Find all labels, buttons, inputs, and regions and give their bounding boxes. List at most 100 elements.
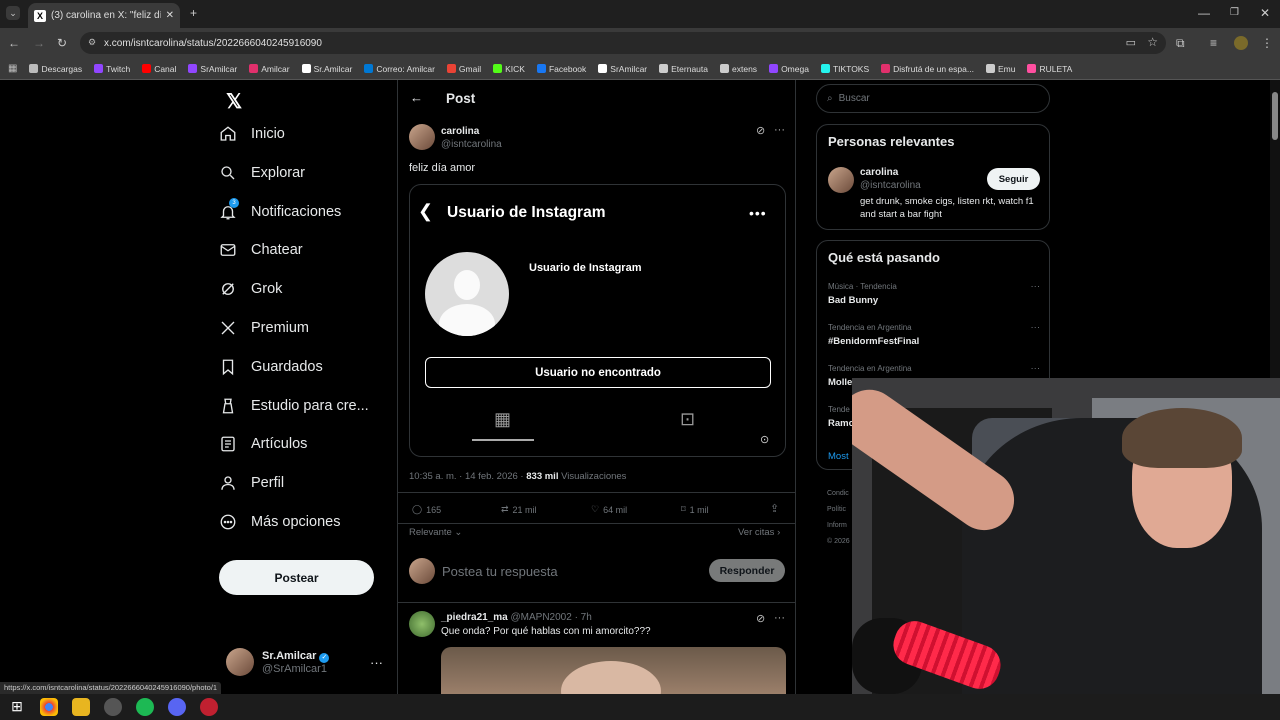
- bookmark-item[interactable]: KICK: [493, 64, 525, 74]
- footer-link[interactable]: Condic: [827, 486, 850, 502]
- discord-icon[interactable]: [168, 698, 186, 716]
- account-more-icon[interactable]: ···: [370, 655, 383, 670]
- grok-icon[interactable]: ⊘: [756, 124, 765, 137]
- site-info-icon[interactable]: ⚙: [88, 37, 96, 48]
- trend-more-icon[interactable]: ···: [1031, 362, 1041, 376]
- bookmark-action[interactable]: ⌑ 1 mil: [681, 504, 709, 515]
- bookmark-item[interactable]: Twitch: [94, 64, 130, 74]
- relevant-name[interactable]: carolina: [860, 166, 921, 179]
- extensions-icon[interactable]: ⧉: [1176, 36, 1185, 50]
- post-timestamp[interactable]: 10:35 a. m. · 14 feb. 2026 ·: [409, 471, 524, 482]
- menu-kebab-icon[interactable]: ⋮: [1261, 36, 1273, 50]
- see-quotes-link[interactable]: Ver citas ›: [738, 527, 780, 538]
- bookmark-item[interactable]: RULETA: [1027, 64, 1072, 74]
- bookmark-item[interactable]: Disfrutá de un espa...: [881, 64, 974, 74]
- profile-avatar-icon[interactable]: [1234, 36, 1248, 50]
- reply-time[interactable]: · 7h: [575, 612, 592, 623]
- post-more-icon[interactable]: ···: [774, 124, 785, 136]
- post-author-name[interactable]: carolina: [441, 125, 502, 138]
- show-more-link[interactable]: Most: [828, 451, 849, 462]
- sidebar-item-explorar[interactable]: Explorar: [219, 164, 305, 182]
- sidebar-item-guardados[interactable]: Guardados: [219, 358, 323, 376]
- footer-link[interactable]: Inform: [827, 518, 850, 534]
- trend-item[interactable]: Música · Tendencia Bad Bunny ···: [828, 280, 1040, 308]
- scrollbar-thumb[interactable]: [1272, 92, 1278, 140]
- reply-grok-icon[interactable]: ⊘: [756, 612, 765, 625]
- sidebar-item-grok[interactable]: Grok: [219, 280, 282, 298]
- sidebar-item-premium[interactable]: Premium: [219, 319, 309, 337]
- sort-dropdown[interactable]: Relevante ⌄: [409, 527, 462, 538]
- media-icon[interactable]: ≡: [1210, 36, 1217, 50]
- account-switcher[interactable]: Sr.Amilcar ✓ @SrAmilcar1: [226, 648, 330, 676]
- bookmark-item[interactable]: SrAmilcar: [188, 64, 237, 74]
- window-close-icon[interactable]: ✕: [1260, 6, 1270, 20]
- bookmark-item[interactable]: Descargas: [29, 64, 82, 74]
- reply-author-handle[interactable]: @MAPN2002: [511, 612, 572, 623]
- back-icon[interactable]: ←: [8, 36, 20, 50]
- sidebar-item-chatear[interactable]: Chatear: [219, 241, 303, 259]
- bookmark-item[interactable]: Omega: [769, 64, 809, 74]
- bookmark-item[interactable]: Sr.Amilcar: [301, 64, 352, 74]
- follow-button[interactable]: Seguir: [987, 168, 1040, 190]
- bookmark-item[interactable]: Eternauta: [659, 64, 708, 74]
- sidebar-item-estudio-para-cre[interactable]: Estudio para cre...: [219, 397, 369, 415]
- reply-author-avatar[interactable]: [409, 611, 435, 637]
- image-alt-icon[interactable]: ⊙: [760, 433, 769, 446]
- bookmark-item[interactable]: TIKTOKS: [820, 64, 869, 74]
- new-tab-icon[interactable]: +: [190, 6, 197, 20]
- restore-icon[interactable]: ❐: [1230, 6, 1239, 20]
- share-icon[interactable]: ⇪: [770, 502, 779, 515]
- bookmark-item[interactable]: Correo: Amilcar: [364, 64, 435, 74]
- bookmark-item[interactable]: Amilcar: [249, 64, 290, 74]
- bookmark-item[interactable]: SrAmilcar: [598, 64, 647, 74]
- post-author-avatar[interactable]: [409, 124, 435, 150]
- reply-input[interactable]: Postea tu respuesta: [442, 564, 558, 579]
- like-action[interactable]: ♡ 64 mil: [591, 504, 627, 515]
- bookmark-item[interactable]: Gmail: [446, 64, 481, 74]
- reply-action[interactable]: ◯ 165: [412, 504, 441, 515]
- obs-icon[interactable]: [200, 698, 218, 716]
- tab-search-icon[interactable]: ⌄: [6, 6, 20, 20]
- bookmark-item[interactable]: Canal: [142, 64, 176, 74]
- spotify-icon[interactable]: [136, 698, 154, 716]
- post-image[interactable]: ❮ Usuario de Instagram ••• Usuario de In…: [409, 184, 786, 457]
- post-button[interactable]: Postear: [219, 560, 374, 595]
- search-input[interactable]: ⌕ Buscar: [816, 84, 1050, 113]
- reply-author-name[interactable]: _piedra21_ma: [441, 612, 508, 623]
- tab-close-icon[interactable]: ✕: [166, 10, 174, 21]
- forward-icon[interactable]: →: [33, 36, 45, 50]
- x-logo-icon[interactable]: 𝕏: [226, 89, 242, 114]
- apps-grid-icon[interactable]: ▦: [8, 63, 17, 74]
- url-bar[interactable]: ⚙ x.com/isntcarolina/status/202266604024…: [80, 32, 1166, 54]
- sidebar-item-más-opciones[interactable]: Más opciones: [219, 513, 340, 531]
- bookmark-item[interactable]: Emu: [985, 64, 1015, 74]
- reply-image[interactable]: [441, 647, 786, 694]
- footer-link[interactable]: Polític: [827, 502, 850, 518]
- browser-tab[interactable]: X (3) carolina en X: "feliz día amor" ✕: [28, 3, 180, 28]
- minimize-icon[interactable]: —: [1198, 6, 1210, 20]
- reply-button[interactable]: Responder: [709, 559, 785, 582]
- app-icon[interactable]: [104, 698, 122, 716]
- bookmark-item[interactable]: extens: [720, 64, 757, 74]
- trend-more-icon[interactable]: ···: [1031, 280, 1041, 294]
- install-icon[interactable]: ▭: [1126, 36, 1136, 49]
- trend-more-icon[interactable]: ···: [1031, 321, 1041, 335]
- sidebar-item-notificaciones[interactable]: 3 Notificaciones: [219, 197, 341, 221]
- sidebar-item-inicio[interactable]: Inicio: [219, 125, 285, 143]
- reload-icon[interactable]: ↻: [57, 36, 67, 50]
- chrome-icon[interactable]: [40, 698, 58, 716]
- bookmark-item[interactable]: Facebook: [536, 64, 586, 74]
- file-explorer-icon[interactable]: [72, 698, 90, 716]
- back-arrow-icon[interactable]: ←: [410, 90, 423, 105]
- relevant-handle[interactable]: @isntcarolina: [860, 179, 921, 192]
- windows-start-icon[interactable]: ⊞: [8, 698, 26, 716]
- reply-more-icon[interactable]: ···: [774, 612, 785, 624]
- repost-action[interactable]: ⇄ 21 mil: [501, 504, 537, 515]
- post-author-handle[interactable]: @isntcarolina: [441, 138, 502, 151]
- sidebar-item-perfil[interactable]: Perfil: [219, 474, 284, 492]
- star-icon[interactable]: ☆: [1147, 35, 1158, 49]
- trend-item[interactable]: Tendencia en Argentina #BenidormFestFinal…: [828, 321, 1040, 349]
- sidebar-item-artículos[interactable]: Artículos: [219, 435, 307, 453]
- footer-link[interactable]: © 2026: [827, 534, 850, 550]
- relevant-avatar[interactable]: [828, 167, 854, 193]
